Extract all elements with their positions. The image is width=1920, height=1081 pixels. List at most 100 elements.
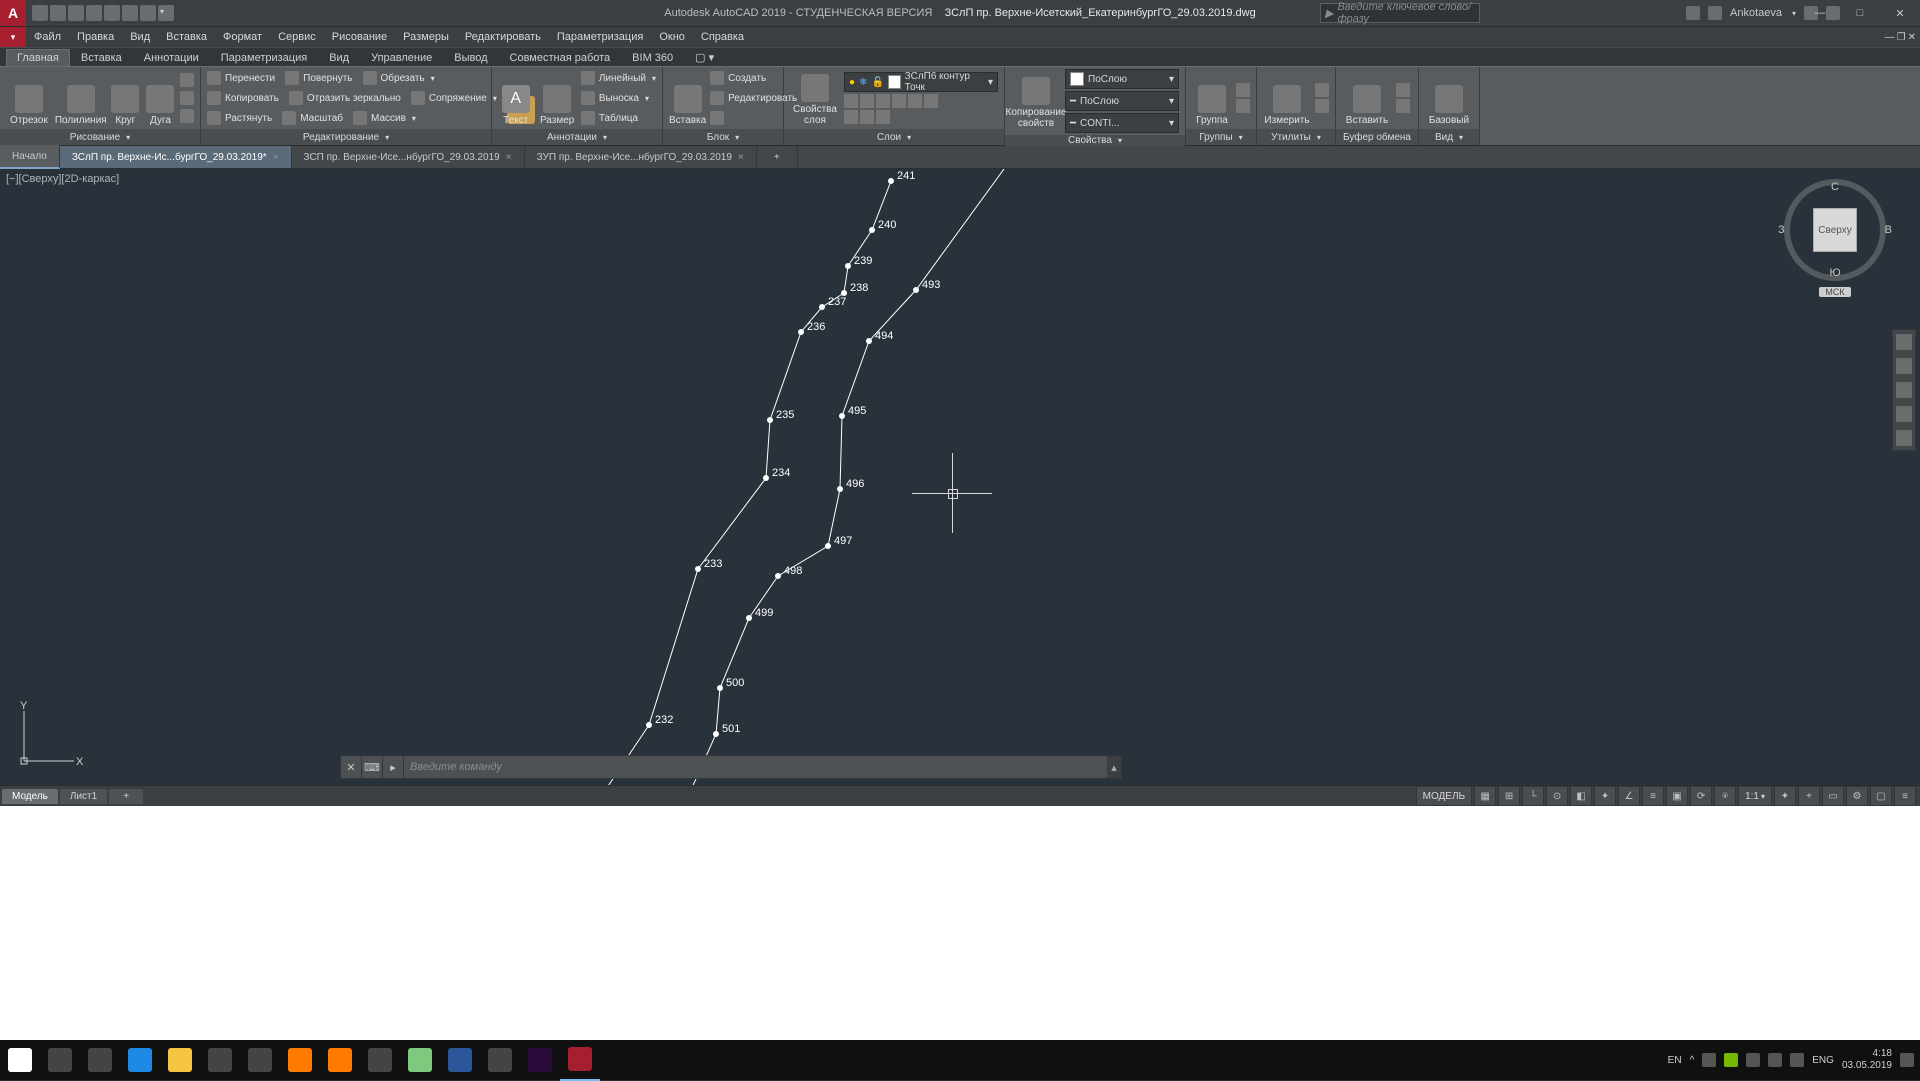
file-tab-2[interactable]: ЗСП пр. Верхне-Исе...нбургГО_29.03.2019× [292,146,525,168]
command-line[interactable]: ✕ ⌨ ▸ Введите команду ▴ [340,755,1122,779]
close-tab-icon[interactable]: × [273,152,279,163]
polyline-button[interactable]: Полилиния [56,70,106,126]
transparency-toggle[interactable]: ▣ [1666,786,1688,806]
clock[interactable]: 4:18 03.05.2019 [1842,1048,1892,1072]
ungroup-icon[interactable] [1236,83,1250,97]
qat-saveas-icon[interactable] [86,5,102,21]
tab-home[interactable]: Главная [6,49,70,66]
tray-nvidia-icon[interactable] [1724,1053,1738,1067]
cmdline-options-button[interactable]: ⌨ [362,756,383,778]
tab-parametric[interactable]: Параметризация [210,49,318,66]
pan-icon[interactable] [1896,358,1912,374]
draw-tool-2[interactable] [180,90,194,106]
new-tab-button[interactable]: + [757,146,798,168]
qat-open-icon[interactable] [50,5,66,21]
tray-icon-1[interactable] [1702,1053,1716,1067]
panel-utilities-title[interactable]: Утилиты [1257,129,1335,145]
signin-icon[interactable] [1686,6,1700,20]
lang-indicator-2[interactable]: ENG [1812,1055,1834,1066]
tab-collaborate[interactable]: Совместная работа [499,49,622,66]
arc-button[interactable]: Дуга [145,70,176,126]
mail-icon[interactable] [240,1040,280,1080]
model-tab[interactable]: Модель [2,789,58,804]
tab-output[interactable]: Вывод [443,49,498,66]
linear-dim-button[interactable]: Линейный [581,70,656,86]
menu-file[interactable]: Файл [26,31,69,43]
paste-button[interactable]: Вставить [1342,70,1392,126]
vlc-icon[interactable] [320,1040,360,1080]
premiere-icon[interactable] [520,1040,560,1080]
edge-icon[interactable] [120,1040,160,1080]
cycling-toggle[interactable]: ⟳ [1690,786,1712,806]
qat-undo-icon[interactable] [122,5,138,21]
search-button[interactable] [40,1040,80,1080]
trim-button[interactable]: Обрезать [363,70,435,86]
drawing-canvas[interactable]: 2412402392382372362352342332324934944954… [0,169,1448,785]
close-tab-icon[interactable]: × [506,152,512,163]
app-icon-1[interactable] [400,1040,440,1080]
cmdline-history-button[interactable]: ▴ [1107,756,1121,778]
action-center-icon[interactable] [1900,1053,1914,1067]
space-toggle[interactable]: МОДЕЛЬ [1416,786,1472,806]
array-button[interactable]: Массив [353,110,416,126]
menu-dimension[interactable]: Размеры [395,31,457,43]
steering-wheel-icon[interactable] [1896,334,1912,350]
workspace-button[interactable]: ✦ [1774,786,1796,806]
layer-tool-1[interactable] [844,94,858,108]
qat-redo-icon[interactable] [140,5,156,21]
line-button[interactable]: Отрезок [6,70,52,126]
move-button[interactable]: Перенести [207,70,275,86]
user-icon[interactable] [1708,6,1722,20]
grid-toggle[interactable]: ▦ [1474,786,1496,806]
util-tool-2[interactable] [1315,99,1329,113]
snap-toggle[interactable]: ⊞ [1498,786,1520,806]
tray-network-icon[interactable] [1768,1053,1782,1067]
panel-clipboard-title[interactable]: Буфер обмена [1336,129,1418,145]
hardware-button[interactable]: ⚙ [1846,786,1868,806]
panel-view-title[interactable]: Вид [1419,129,1479,145]
lineweight-toggle[interactable]: ≡ [1642,786,1664,806]
annotation-scale-icon[interactable]: ⍟ [1714,786,1736,806]
layer-tool-2[interactable] [860,94,874,108]
cut-icon[interactable] [1396,83,1410,97]
clean-screen-button[interactable]: ▢ [1870,786,1892,806]
app-logo[interactable]: A [0,0,26,26]
stretch-button[interactable]: Растянуть [207,110,272,126]
panel-draw-title[interactable]: Рисование [0,129,200,145]
qat-more-icon[interactable] [158,5,174,21]
customize-button[interactable]: ≡ [1894,786,1916,806]
panel-layers-title[interactable]: Слои [784,129,1004,145]
copy-button[interactable]: Копировать [207,90,279,106]
menu-modify[interactable]: Редактировать [457,31,549,43]
task-view-button[interactable] [80,1040,120,1080]
minimize-button[interactable]: — [1800,0,1840,26]
menu-view[interactable]: Вид [122,31,158,43]
tab-more[interactable]: ▢ ▾ [684,48,725,66]
qat-new-icon[interactable] [32,5,48,21]
insert-block-button[interactable]: Вставка [669,70,706,126]
layer-tool-7[interactable] [844,110,858,124]
explorer-icon[interactable] [160,1040,200,1080]
doc-close-button[interactable]: ✕ [1908,32,1916,43]
showmotion-icon[interactable] [1896,430,1912,446]
user-name[interactable]: Ankotaeva [1730,7,1782,19]
drawing-viewport[interactable]: [−][Сверху][2D-каркас] 24124023923823723… [0,169,1920,785]
panel-groups-title[interactable]: Группы [1186,129,1256,145]
menu-tools[interactable]: Сервис [270,31,324,43]
util-tool-1[interactable] [1315,83,1329,97]
menu-format[interactable]: Формат [215,31,270,43]
draw-tool-1[interactable] [180,72,194,88]
close-tab-icon[interactable]: × [738,152,744,163]
group-edit-icon[interactable] [1236,99,1250,113]
leader-button[interactable]: Выноска [581,90,656,106]
viewcube-north[interactable]: С [1831,181,1839,193]
menu-parametric[interactable]: Параметризация [549,31,651,43]
panel-modify-title[interactable]: Редактирование [201,129,491,145]
tray-volume-icon[interactable] [1790,1053,1804,1067]
layout1-tab[interactable]: Лист1 [60,789,107,804]
annotation-monitor[interactable]: + [1798,786,1820,806]
store-icon[interactable] [200,1040,240,1080]
app-menu-button[interactable]: ▾ [0,27,26,47]
viewcube-east[interactable]: В [1885,224,1892,236]
scale-button[interactable]: Масштаб [282,110,343,126]
